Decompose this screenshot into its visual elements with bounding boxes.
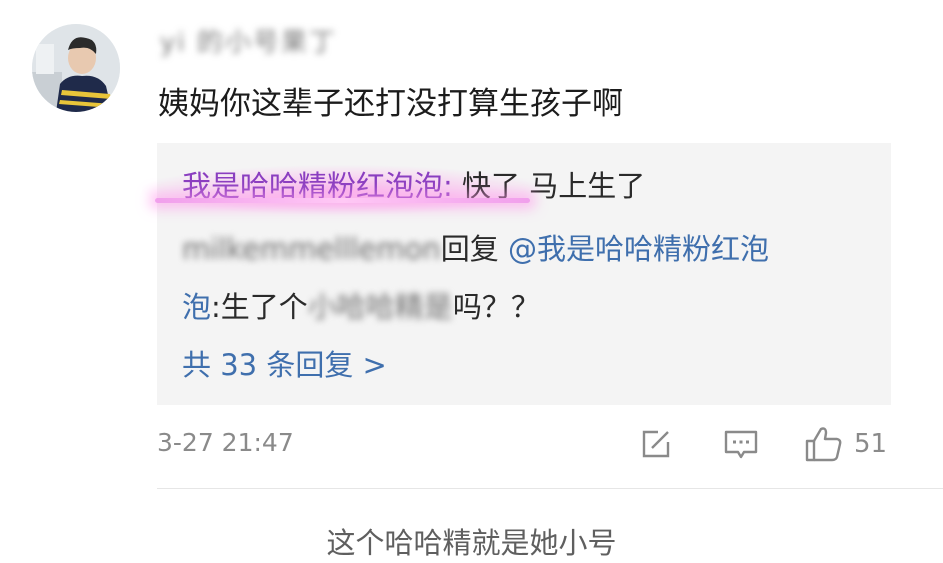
avatar-image — [32, 24, 120, 112]
reply-item-2-continued: 泡:生了个小哈哈精是吗？？ — [182, 284, 540, 326]
reply-text-suffix: 吗？？ — [452, 290, 540, 324]
reply-mention-tail[interactable]: 泡 — [182, 290, 211, 324]
weibo-comment-screenshot: yi 的小号果丁 姨妈你这辈子还打没打算生孩子啊 我是哈哈精粉红泡泡: 快了 马… — [0, 0, 943, 563]
reply-text-prefix: :生了个 — [211, 290, 308, 324]
comment-text: 姨妈你这辈子还打没打算生孩子啊 — [158, 86, 623, 122]
more-replies-link[interactable]: 共 33 条回复 > — [182, 342, 387, 384]
comment-username[interactable]: yi 的小号果丁 — [160, 22, 337, 59]
thumbs-up-icon — [805, 427, 842, 462]
reply-item-2[interactable]: milkemmelllemon回复 @我是哈哈精粉红泡 — [182, 226, 769, 268]
comment-button[interactable] — [722, 424, 760, 464]
comment-bubble-icon — [724, 430, 758, 459]
reply-author-blurred[interactable]: milkemmelllemon — [182, 232, 441, 266]
comment-timestamp: 3-27 21:47 — [157, 428, 294, 457]
screenshot-caption: 这个哈哈精就是她小号 — [326, 526, 617, 560]
divider — [157, 488, 943, 489]
reply-verb: 回复 — [440, 232, 499, 266]
share-edit-icon — [642, 430, 670, 458]
highlight-underline — [155, 198, 530, 203]
like-count: 51 — [854, 429, 888, 459]
user-avatar[interactable] — [32, 24, 120, 112]
share-button[interactable] — [638, 424, 674, 464]
reply-text-blurred: 小哈哈精是 — [307, 290, 453, 324]
reply-mention[interactable]: @我是哈哈精粉红泡 — [508, 232, 769, 266]
like-button[interactable]: 51 — [804, 424, 887, 464]
